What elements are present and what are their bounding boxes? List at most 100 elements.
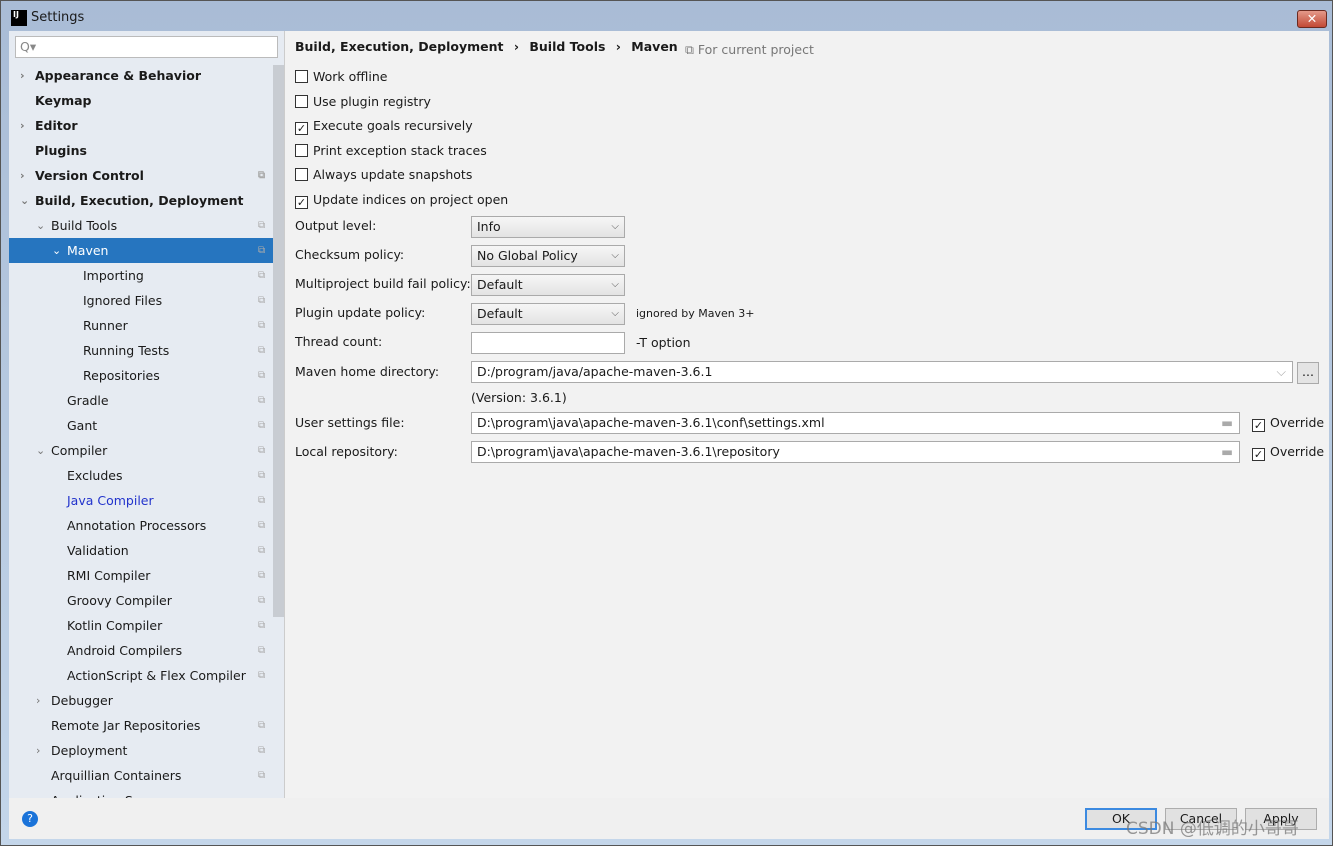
breadcrumb-item: Maven — [631, 39, 678, 54]
sidebar-item-gant[interactable]: Gant ⧉ — [9, 413, 273, 438]
sidebar-item-build-tools[interactable]: ⌄ Build Tools ⧉ — [9, 213, 273, 238]
settings-tree: › Appearance & Behavior Keymap › Editor Plugi… — [9, 63, 273, 798]
sidebar-item-rmi-compiler[interactable]: RMI Compiler ⧉ — [9, 563, 273, 588]
sidebar-item-label: Remote Jar Repositories — [51, 718, 201, 733]
plugin-update-note: ignored by Maven 3+ — [636, 307, 755, 320]
maven-home-value: D:/program/java/apache-maven-3.6.1 — [477, 364, 713, 379]
project-scope-icon: ⧉ — [258, 545, 266, 556]
sidebar-item-version-control[interactable]: › Version Control ⧉ — [9, 163, 273, 188]
sidebar-item-label: Editor — [35, 118, 78, 133]
sidebar-item-excludes[interactable]: Excludes ⧉ — [9, 463, 273, 488]
sidebar-item-build-execution-deployment[interactable]: ⌄ Build, Execution, Deployment — [9, 188, 273, 213]
checkbox-unchecked-icon — [295, 70, 308, 83]
checksum-policy-label: Checksum policy: — [295, 247, 405, 262]
checkbox-execute-goals-recursively[interactable]: ✓ Execute goals recursively — [295, 116, 473, 136]
sidebar-item-remote-jar-repositories[interactable]: Remote Jar Repositories ⧉ — [9, 713, 273, 738]
chevron-down-icon[interactable]: ⌄ — [36, 213, 45, 238]
sidebar-item-label: Version Control — [35, 168, 144, 183]
sidebar-item-label: Android Compilers — [67, 643, 183, 658]
chevron-right-icon[interactable]: › — [20, 163, 25, 188]
override-label: Override — [1270, 444, 1325, 459]
chevron-right-icon[interactable]: › — [20, 63, 25, 88]
sidebar-item-groovy-compiler[interactable]: Groovy Compiler ⧉ — [9, 588, 273, 613]
output-level-select[interactable]: Info ⌵ — [471, 216, 625, 238]
local-repository-input[interactable]: D:\program\java\apache-maven-3.6.1\repos… — [471, 441, 1240, 463]
sidebar-item-validation[interactable]: Validation ⧉ — [9, 538, 273, 563]
sidebar-item-gradle[interactable]: Gradle ⧉ — [9, 388, 273, 413]
sidebar-item-label: RMI Compiler — [67, 568, 151, 583]
folder-icon[interactable]: ▬ — [1221, 442, 1233, 462]
chevron-down-icon[interactable]: ⌄ — [52, 238, 61, 263]
sidebar-item-running-tests[interactable]: Running Tests ⧉ — [9, 338, 273, 363]
sidebar-item-label: Build Tools — [51, 218, 118, 233]
watermark: CSDN @低调的小哥哥 — [1126, 819, 1299, 839]
sidebar-item-arquillian-containers[interactable]: Arquillian Containers ⧉ — [9, 763, 273, 788]
checkbox-use-plugin-registry[interactable]: Use plugin registry — [295, 92, 431, 112]
project-scope-icon: ⧉ — [258, 445, 266, 456]
checkbox-label: Always update snapshots — [313, 167, 473, 183]
close-button[interactable]: ✕ — [1297, 10, 1327, 28]
sidebar-item-importing[interactable]: Importing ⧉ — [9, 263, 273, 288]
sidebar-item-label: Importing — [83, 268, 144, 283]
plugin-update-policy-select[interactable]: Default ⌵ — [471, 303, 625, 325]
sidebar-item-label: Keymap — [35, 93, 92, 108]
project-scope-icon: ⧉ — [258, 520, 266, 531]
thread-count-input[interactable] — [471, 332, 625, 354]
checkbox-print-exception-stack-traces[interactable]: Print exception stack traces — [295, 141, 487, 161]
sidebar-item-deployment[interactable]: › Deployment ⧉ — [9, 738, 273, 763]
sidebar-item-label: Debugger — [51, 693, 113, 708]
chevron-right-icon[interactable]: › — [36, 688, 40, 713]
chevron-down-icon[interactable]: ⌄ — [36, 438, 45, 463]
sidebar-item-annotation-processors[interactable]: Annotation Processors ⧉ — [9, 513, 273, 538]
sidebar-item-editor[interactable]: › Editor — [9, 113, 273, 138]
project-scope-icon: ⧉ — [258, 170, 266, 181]
sidebar-item-maven[interactable]: ⌄ Maven ⧉ — [9, 238, 273, 263]
project-scope-icon: ⧉ — [258, 745, 266, 756]
for-current-project-label: ⧉ For current project — [685, 42, 814, 57]
local-repository-override-checkbox[interactable]: ✓ Override — [1252, 442, 1324, 462]
checkbox-update-indices-on-project-open[interactable]: ✓ Update indices on project open — [295, 190, 508, 210]
sidebar-item-android-compilers[interactable]: Android Compilers ⧉ — [9, 638, 273, 663]
sidebar-scrollbar[interactable] — [273, 65, 284, 617]
sidebar-item-actionscript-flex-compiler[interactable]: ActionScript & Flex Compiler ⧉ — [9, 663, 273, 688]
sidebar-item-label: Plugins — [35, 143, 87, 158]
sidebar-item-plugins[interactable]: Plugins — [9, 138, 273, 163]
sidebar-item-keymap[interactable]: Keymap — [9, 88, 273, 113]
sidebar-item-java-compiler[interactable]: Java Compiler ⧉ — [9, 488, 273, 513]
user-settings-label: User settings file: — [295, 415, 405, 430]
help-icon[interactable]: ? — [22, 811, 38, 827]
user-settings-input[interactable]: D:\program\java\apache-maven-3.6.1\conf\… — [471, 412, 1240, 434]
checksum-policy-select[interactable]: No Global Policy ⌵ — [471, 245, 625, 267]
checkbox-label: Use plugin registry — [313, 93, 431, 109]
multiproject-policy-select[interactable]: Default ⌵ — [471, 274, 625, 296]
checkbox-unchecked-icon — [295, 168, 308, 182]
breadcrumb-separator: › — [513, 39, 519, 54]
project-scope-icon: ⧉ — [258, 270, 266, 281]
search-input[interactable]: Q▾ — [15, 36, 278, 58]
output-level-value: Info — [477, 219, 501, 234]
chevron-down-icon[interactable]: ⌄ — [20, 188, 29, 213]
browse-button[interactable]: ... — [1297, 362, 1319, 384]
folder-icon[interactable]: ▬ — [1221, 413, 1233, 433]
sidebar-item-kotlin-compiler[interactable]: Kotlin Compiler ⧉ — [9, 613, 273, 638]
sidebar-item-ignored-files[interactable]: Ignored Files ⧉ — [9, 288, 273, 313]
sidebar-item-application-s[interactable]: Application S — [9, 788, 273, 798]
checkbox-always-update-snapshots[interactable]: Always update snapshots — [295, 165, 472, 185]
maven-home-combobox[interactable]: D:/program/java/apache-maven-3.6.1 ⌵ — [471, 361, 1293, 383]
project-scope-icon: ⧉ — [258, 645, 266, 656]
sidebar-item-debugger[interactable]: › Debugger — [9, 688, 273, 713]
maven-home-label: Maven home directory: — [295, 364, 440, 379]
user-settings-override-checkbox[interactable]: ✓ Override — [1252, 413, 1324, 433]
sidebar-item-runner[interactable]: Runner ⧉ — [9, 313, 273, 338]
chevron-right-icon[interactable]: › — [20, 113, 25, 138]
sidebar-item-label: Java Compiler — [67, 493, 154, 508]
sidebar-item-repositories[interactable]: Repositories ⧉ — [9, 363, 273, 388]
chevron-right-icon[interactable]: › — [36, 738, 40, 763]
sidebar-item-label: Kotlin Compiler — [67, 618, 163, 633]
output-level-label: Output level: — [295, 218, 377, 233]
checkbox-work-offline[interactable]: Work offline — [295, 67, 387, 87]
sidebar-item-appearance-behavior[interactable]: › Appearance & Behavior — [9, 63, 273, 88]
sidebar-item-label: Deployment — [51, 743, 128, 758]
sidebar-item-label: Gradle — [67, 393, 109, 408]
sidebar-item-compiler[interactable]: ⌄ Compiler ⧉ — [9, 438, 273, 463]
